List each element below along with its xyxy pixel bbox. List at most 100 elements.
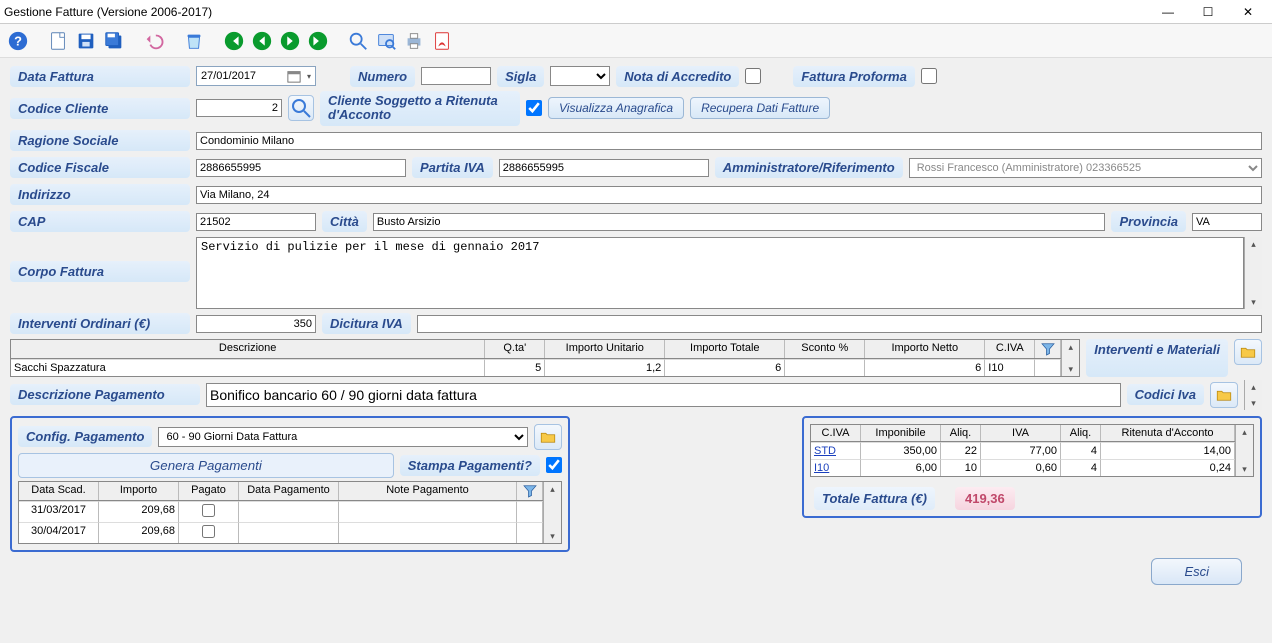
printer-icon[interactable] bbox=[402, 29, 426, 53]
undo-icon[interactable] bbox=[142, 29, 166, 53]
table-row[interactable]: Sacchi Spazzatura 5 1,2 6 6 I10 bbox=[11, 359, 1061, 376]
descrizione-pagamento-input[interactable] bbox=[206, 383, 1121, 407]
vat-table: C.IVA Imponibile Aliq. IVA Aliq. Ritenut… bbox=[810, 424, 1254, 477]
col-imp-netto: Importo Netto bbox=[865, 340, 985, 358]
pagato-checkbox[interactable] bbox=[202, 504, 215, 517]
esci-button[interactable]: Esci bbox=[1151, 558, 1242, 585]
filter-icon[interactable] bbox=[517, 482, 543, 500]
totale-fattura-value: 419,36 bbox=[955, 487, 1015, 510]
trash-icon[interactable] bbox=[182, 29, 206, 53]
table-row[interactable]: I10 6,00 10 0,60 4 0,24 bbox=[811, 459, 1235, 476]
fattura-proforma-checkbox[interactable] bbox=[921, 68, 937, 84]
label-nota-accredito: Nota di Accredito bbox=[616, 66, 739, 87]
new-doc-icon[interactable] bbox=[46, 29, 70, 53]
vat-scrollbar[interactable]: ▴▾ bbox=[1235, 425, 1253, 476]
table-row[interactable]: 30/04/2017 209,68 bbox=[19, 522, 543, 543]
partita-iva-input[interactable] bbox=[499, 159, 709, 177]
label-codici-iva: Codici Iva bbox=[1127, 384, 1204, 405]
lines-table: Descrizione Q.ta' Importo Unitario Impor… bbox=[10, 339, 1080, 377]
label-config-pagamento: Config. Pagamento bbox=[18, 426, 152, 447]
label-partita-iva: Partita IVA bbox=[412, 157, 493, 178]
pagamenti-table: Data Scad. Importo Pagato Data Pagamento… bbox=[18, 481, 562, 544]
table-row[interactable]: 31/03/2017 209,68 bbox=[19, 501, 543, 522]
label-fattura-proforma: Fattura Proforma bbox=[793, 66, 914, 87]
label-indirizzo: Indirizzo bbox=[10, 184, 190, 205]
corpo-fattura-textarea[interactable]: Servizio di pulizie per il mese di genna… bbox=[196, 237, 1244, 309]
search-cliente-button[interactable] bbox=[288, 95, 314, 121]
label-interventi-materiali: Interventi e Materiali bbox=[1086, 339, 1228, 377]
codici-iva-folder-button[interactable] bbox=[1210, 382, 1238, 408]
nav-first-icon[interactable] bbox=[222, 29, 246, 53]
col-imp-tot: Importo Totale bbox=[665, 340, 785, 358]
nav-prev-icon[interactable] bbox=[250, 29, 274, 53]
help-icon[interactable]: ? bbox=[6, 29, 30, 53]
textarea-scrollbar[interactable]: ▴▾ bbox=[1244, 237, 1262, 309]
label-codice-cliente: Codice Cliente bbox=[10, 98, 190, 119]
calendar-icon bbox=[287, 69, 301, 83]
toolbar: ? bbox=[0, 24, 1272, 58]
label-data-fattura: Data Fattura bbox=[10, 66, 190, 87]
date-combo[interactable]: ▾ bbox=[196, 66, 316, 86]
codice-cliente-input[interactable] bbox=[196, 99, 282, 117]
nota-accredito-checkbox[interactable] bbox=[745, 68, 761, 84]
table-row[interactable]: STD 350,00 22 77,00 4 14,00 bbox=[811, 442, 1235, 459]
label-totale-fattura: Totale Fattura (€) bbox=[814, 487, 935, 510]
col-sconto: Sconto % bbox=[785, 340, 865, 358]
window-close-button[interactable]: ✕ bbox=[1228, 1, 1268, 23]
col-imp-unit: Importo Unitario bbox=[545, 340, 665, 358]
title-bar: Gestione Fatture (Versione 2006-2017) — … bbox=[0, 0, 1272, 24]
col-descrizione: Descrizione bbox=[11, 340, 485, 358]
codice-fiscale-input[interactable] bbox=[196, 159, 406, 177]
save-multi-icon[interactable] bbox=[102, 29, 126, 53]
amministratore-select[interactable]: Rossi Francesco (Amministratore) 0233665… bbox=[909, 158, 1262, 178]
numero-input[interactable] bbox=[421, 67, 491, 85]
chevron-down-icon[interactable]: ▾ bbox=[303, 72, 315, 81]
label-cap: CAP bbox=[10, 211, 190, 232]
col-qta: Q.ta' bbox=[485, 340, 545, 358]
provincia-input[interactable] bbox=[1192, 213, 1262, 231]
dicitura-iva-input[interactable] bbox=[417, 315, 1262, 333]
label-dicitura-iva: Dicitura IVA bbox=[322, 313, 411, 334]
label-stampa-pagamenti: Stampa Pagamenti? bbox=[400, 455, 540, 476]
preview-icon[interactable] bbox=[374, 29, 398, 53]
data-fattura-input[interactable] bbox=[197, 67, 287, 85]
svg-text:?: ? bbox=[14, 33, 22, 48]
config-pagamento-folder-button[interactable] bbox=[534, 424, 562, 450]
sigla-select[interactable] bbox=[550, 66, 610, 86]
ritenuta-checkbox[interactable] bbox=[526, 100, 542, 116]
interventi-ordinari-input[interactable] bbox=[196, 315, 316, 333]
save-icon[interactable] bbox=[74, 29, 98, 53]
label-corpo-fattura: Corpo Fattura bbox=[10, 261, 190, 282]
label-ritenuta: Cliente Soggetto a Ritenuta d'Acconto bbox=[320, 91, 520, 126]
filter-icon[interactable] bbox=[1035, 340, 1061, 358]
search-icon[interactable] bbox=[346, 29, 370, 53]
nav-last-icon[interactable] bbox=[306, 29, 330, 53]
label-sigla: Sigla bbox=[497, 66, 544, 87]
cap-input[interactable] bbox=[196, 213, 316, 231]
pagato-checkbox[interactable] bbox=[202, 525, 215, 538]
pagamento-panel: Config. Pagamento 60 - 90 Giorni Data Fa… bbox=[10, 416, 570, 552]
label-amministratore: Amministratore/Riferimento bbox=[715, 157, 903, 178]
col-civa: C.IVA bbox=[985, 340, 1035, 358]
indirizzo-input[interactable] bbox=[196, 186, 1262, 204]
pdf-icon[interactable] bbox=[430, 29, 454, 53]
stampa-pagamenti-checkbox[interactable] bbox=[546, 457, 562, 473]
config-pagamento-select[interactable]: 60 - 90 Giorni Data Fattura bbox=[158, 427, 528, 447]
label-ragione-sociale: Ragione Sociale bbox=[10, 130, 190, 151]
descr-pag-scroll[interactable]: ▴▾ bbox=[1244, 380, 1262, 410]
citta-input[interactable] bbox=[373, 213, 1106, 231]
interventi-materiali-folder-button[interactable] bbox=[1234, 339, 1262, 365]
pag-scrollbar[interactable]: ▴▾ bbox=[543, 482, 561, 543]
window-minimize-button[interactable]: — bbox=[1148, 1, 1188, 23]
label-descr-pagamento: Descrizione Pagamento bbox=[10, 384, 200, 405]
genera-pagamenti-button[interactable]: Genera Pagamenti bbox=[18, 453, 394, 478]
lines-scrollbar[interactable]: ▴▾ bbox=[1061, 340, 1079, 376]
window-maximize-button[interactable]: ☐ bbox=[1188, 1, 1228, 23]
recupera-dati-button[interactable]: Recupera Dati Fatture bbox=[690, 97, 830, 119]
visualizza-anagrafica-button[interactable]: Visualizza Anagrafica bbox=[548, 97, 684, 119]
window-title: Gestione Fatture (Versione 2006-2017) bbox=[4, 5, 212, 19]
label-numero: Numero bbox=[350, 66, 415, 87]
label-interventi-ordinari: Interventi Ordinari (€) bbox=[10, 313, 190, 334]
nav-next-icon[interactable] bbox=[278, 29, 302, 53]
ragione-sociale-input[interactable] bbox=[196, 132, 1262, 150]
